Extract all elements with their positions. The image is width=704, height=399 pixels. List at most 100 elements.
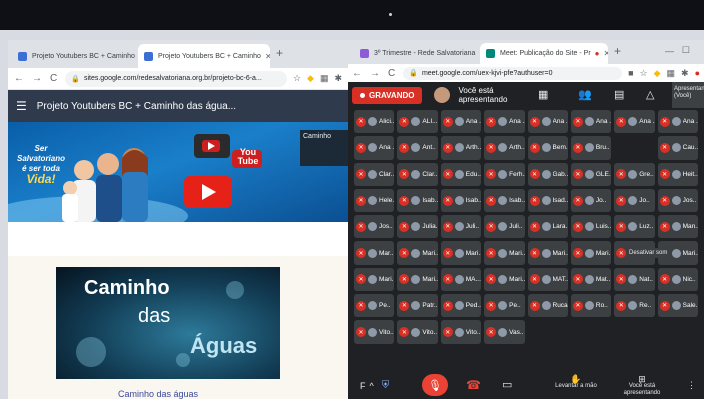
apps-grid-icon[interactable]: ▦	[667, 68, 676, 79]
back-icon[interactable]: ←	[14, 73, 24, 84]
new-tab-icon[interactable]: +	[614, 44, 621, 58]
back-icon[interactable]: ←	[352, 68, 362, 79]
participant-tile[interactable]: ✕ Isab..	[397, 188, 438, 213]
participant-tile[interactable]: ✕ Ant..	[397, 136, 438, 160]
participant-tile[interactable]: ✕ Heit..	[657, 162, 698, 186]
apps-grid-icon[interactable]: ▦	[320, 73, 329, 84]
participant-tile[interactable]: ✕ Ana ..	[657, 110, 698, 134]
participant-tile[interactable]: ✕ Mari..	[484, 241, 525, 265]
participant-tile[interactable]: ✕ Isab..	[484, 188, 525, 213]
participant-tile[interactable]: ✕ Vas..	[484, 320, 525, 344]
video-player[interactable]: Caminho das Águas	[56, 267, 280, 379]
participant-tile[interactable]: ✕ Mari..	[354, 267, 395, 292]
participant-tile[interactable]: ✕ Nat..	[614, 267, 655, 292]
extension-icon[interactable]: ◆	[307, 73, 314, 84]
close-tab-icon[interactable]: ✕	[261, 52, 270, 61]
new-tab-icon[interactable]: +	[276, 46, 283, 60]
participant-tile[interactable]: ✕ Mari..	[397, 267, 438, 292]
participant-tile[interactable]: ✕ Mar..	[354, 241, 395, 265]
participant-tile[interactable]: ✕ Clar..	[397, 162, 438, 186]
participant-tile[interactable]: ✕ Luz..	[614, 215, 655, 239]
participant-tile[interactable]: ✕ Isab..	[440, 188, 482, 213]
participant-tile[interactable]: ✕ Vito..	[354, 320, 395, 344]
participant-tile[interactable]: ✕ Juli..	[484, 215, 525, 239]
people-icon[interactable]: 👥	[578, 88, 592, 101]
participant-tile[interactable]: ✕ Isad..	[527, 188, 568, 213]
participant-tile[interactable]: ✕ Ana ..	[614, 110, 655, 134]
participant-tile[interactable]: ✕ Luis..	[570, 215, 612, 239]
participant-tile[interactable]: ✕ Vito..	[397, 320, 438, 344]
participant-tile[interactable]: ✕ Lara..	[527, 215, 568, 239]
participant-tile[interactable]: ✕ Mari..	[440, 241, 482, 265]
participant-tile[interactable]: ✕ Arth..	[484, 136, 525, 160]
participant-tile[interactable]: ✕ Bem..	[527, 136, 568, 160]
puzzle-icon[interactable]: ✱	[334, 73, 342, 84]
participant-tile[interactable]: ✕ Ana ..	[484, 110, 525, 134]
participant-tile[interactable]: ✕ Arth..	[440, 136, 482, 160]
right-tab-1[interactable]: 3º Trimestre - Rede Salvatoriana ✕	[354, 43, 478, 64]
participant-tile[interactable]: ✕ Clar..	[354, 162, 395, 186]
layout-grid-icon[interactable]: ▦	[538, 88, 548, 101]
participant-tile[interactable]: ✕ Ped..	[440, 294, 482, 318]
star-icon[interactable]: ☆	[293, 73, 301, 84]
shield-icon[interactable]: ⛨	[382, 380, 390, 391]
more-options-icon[interactable]: ⋮	[687, 380, 696, 391]
camera-icon[interactable]: ▭	[502, 378, 512, 391]
participant-tile[interactable]: ✕ Re..	[614, 294, 655, 318]
raise-hand-button[interactable]: ✋ Levantar a mão	[548, 375, 604, 390]
participant-tile[interactable]: ✕ Ana ..	[440, 110, 482, 134]
minimize-icon[interactable]: —	[665, 46, 674, 56]
left-tab-1[interactable]: Projeto Youtubers BC + Caminho ✕	[12, 44, 136, 68]
participant-tile[interactable]: ✕ Ana ..	[570, 110, 612, 134]
participant-tile[interactable]: ✕ Julia..	[397, 215, 438, 239]
participant-tile[interactable]: ✕ Man..	[657, 215, 698, 239]
participant-tile[interactable]: ✕ Pe..	[354, 294, 395, 318]
url-field[interactable]: 🔒 meet.google.com/uex-kjvi-pfe?authuser=…	[403, 66, 623, 80]
mic-off-button[interactable]: 🎙	[422, 374, 448, 396]
participant-tile[interactable]: ✕ Jo..	[614, 188, 655, 213]
chat-icon[interactable]: ▤	[614, 88, 624, 101]
participant-tile[interactable]: ✕ MAT...	[527, 267, 568, 292]
participant-tile[interactable]: ✕ Bru..	[570, 136, 612, 160]
participant-tile[interactable]: ✕ Mari..	[484, 267, 525, 292]
participant-tile[interactable]: ✕ Ro..	[570, 294, 612, 318]
participant-tile[interactable]: ✕ Ana ..	[354, 136, 395, 160]
participant-tile[interactable]: ✕ ALI...	[397, 110, 438, 134]
participant-tile[interactable]: ✕ Jos..	[657, 188, 698, 213]
video-thumbnail[interactable]: Caminho	[300, 130, 348, 166]
close-tab-icon[interactable]: ✕	[600, 49, 609, 58]
forward-icon[interactable]: →	[370, 68, 380, 79]
participant-tile[interactable]: ✕ Mari..	[570, 241, 612, 265]
participant-tile[interactable]: ✕ Hele..	[354, 188, 395, 213]
participant-tile[interactable]: ✕ Nic..	[657, 267, 698, 292]
right-tab-2[interactable]: Meet: Publicação do Site - Pr ● ✕	[480, 43, 608, 64]
close-tab-icon[interactable]: ✕	[135, 52, 136, 61]
participant-tile[interactable]: ✕ Vito..	[440, 320, 482, 344]
participant-tile[interactable]: ✕ Pe..	[484, 294, 525, 318]
menu-icon[interactable]: ☰	[16, 99, 27, 113]
participant-tile[interactable]: ✕ Patr..	[397, 294, 438, 318]
extension-icon[interactable]: ◆	[654, 68, 661, 79]
left-tab-2[interactable]: Projeto Youtubers BC + Caminho ✕	[138, 44, 270, 68]
participant-tile[interactable]: ✕ Ana ..	[527, 110, 568, 134]
star-icon[interactable]: ☆	[640, 68, 648, 79]
puzzle-icon[interactable]: ✱	[681, 68, 689, 79]
participant-tile[interactable]: ✕ Mari..	[397, 241, 438, 265]
activities-icon[interactable]: △	[646, 88, 654, 101]
participant-tile[interactable]: ✕ Ruca..	[527, 294, 568, 318]
reload-icon[interactable]: C	[50, 73, 57, 84]
participant-tile[interactable]: ✕ Ferh..	[484, 162, 525, 186]
participant-tile[interactable]: ✕ Alici..	[354, 110, 395, 134]
participant-tile[interactable]: ✕ Cau..	[657, 136, 698, 160]
participant-tile[interactable]: ✕ Edu..	[440, 162, 482, 186]
url-field[interactable]: 🔒 sites.google.com/redesalvatoriana.org.…	[65, 70, 287, 87]
reload-icon[interactable]: C	[388, 68, 395, 79]
participant-tile[interactable]: ✕ Mari..	[527, 241, 568, 265]
close-tab-icon[interactable]: ✕	[475, 49, 478, 58]
camera-permission-icon[interactable]: ■	[628, 68, 633, 78]
participant-tile[interactable]: ✕ Gab..	[527, 162, 568, 186]
hang-up-icon[interactable]: ☎	[466, 378, 481, 392]
participant-tile[interactable]: ✕ Juli..	[440, 215, 482, 239]
participant-tile[interactable]: ✕ Gre..	[614, 162, 655, 186]
profile-icon[interactable]: ●	[695, 68, 700, 78]
